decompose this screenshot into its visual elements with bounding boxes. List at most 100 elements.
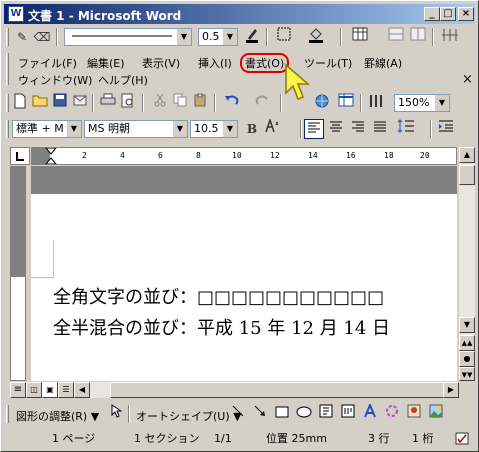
arrow-icon[interactable] <box>250 404 270 424</box>
document-line[interactable]: 全半混合の並び：平成 15 年 12 月 14 日 <box>53 314 390 340</box>
pencil-icon[interactable]: ✎ <box>12 27 32 47</box>
menu-format[interactable]: 書式(O) <box>240 53 290 73</box>
horizontal-scrollbar[interactable]: ≡ ◫ ▣ ☰ ◀ ▶ <box>10 382 459 398</box>
center-icon[interactable] <box>326 119 346 139</box>
scroll-thumb[interactable] <box>459 165 475 185</box>
justify-icon[interactable] <box>370 119 390 139</box>
menu-table[interactable]: 罫線(A) <box>360 53 406 73</box>
close-button[interactable]: × <box>458 7 474 21</box>
toolbar-grip[interactable] <box>6 94 9 112</box>
wordart-icon[interactable] <box>360 402 380 424</box>
rectangle-icon[interactable] <box>272 404 292 424</box>
next-page-button[interactable]: ▼▼ <box>459 367 475 381</box>
chevron-down-icon[interactable]: ▼ <box>435 95 449 111</box>
toolbar-grip[interactable] <box>6 405 9 423</box>
table-icon[interactable] <box>336 93 356 113</box>
line-style-select[interactable]: ▼ <box>64 28 192 46</box>
title-bar[interactable]: W 文書 1 - Microsoft Word _ □ × <box>4 4 475 24</box>
document-line[interactable]: 全角文字の並び：□□□□□□□□□□□ <box>53 283 384 309</box>
print-layout-icon[interactable]: ▣ <box>42 382 58 398</box>
line-spacing-icon[interactable] <box>396 119 416 139</box>
status-position: 位置 25mm <box>266 432 327 445</box>
menu-window[interactable]: ウィンドウ(W) <box>14 70 96 90</box>
document-area[interactable]: 全角文字の並び：□□□□□□□□□□□ 全半混合の並び：平成 15 年 12 月… <box>31 166 457 381</box>
align-right-icon[interactable] <box>348 119 368 139</box>
copy-icon[interactable] <box>170 93 190 113</box>
save-icon[interactable] <box>50 93 70 113</box>
zoom-select[interactable]: 150% ▼ <box>394 94 450 112</box>
merge-cells-icon[interactable] <box>386 27 406 47</box>
formatting-toolbar: 標準 + M ▼ MS 明朝 ▼ 10.5 ▼ B <box>4 117 475 141</box>
web-view-icon[interactable]: ◫ <box>26 382 42 398</box>
style-select[interactable]: 標準 + M ▼ <box>12 120 82 138</box>
split-cells-icon[interactable] <box>408 27 428 47</box>
menu-insert[interactable]: 挿入(I) <box>194 53 236 73</box>
font-select[interactable]: MS 明朝 ▼ <box>84 120 188 138</box>
columns-icon[interactable] <box>366 93 386 113</box>
undo-icon[interactable] <box>222 93 242 113</box>
outline-view-icon[interactable]: ☰ <box>58 382 74 398</box>
maximize-button[interactable]: □ <box>440 7 456 21</box>
picture-icon[interactable] <box>426 404 446 424</box>
center-glyph <box>330 121 342 132</box>
redo-icon[interactable] <box>252 93 272 113</box>
text-effects-icon[interactable] <box>262 117 282 139</box>
preview-icon[interactable] <box>118 93 138 113</box>
draw-adjust-label: 図形の調整(R) <box>16 410 88 423</box>
chevron-down-icon[interactable]: ▼ <box>177 29 191 45</box>
distribute-rows-icon[interactable] <box>440 27 460 47</box>
menubar-grip[interactable] <box>6 53 9 85</box>
eraser-icon[interactable]: ⌫ <box>32 27 52 47</box>
hyperlink-icon[interactable] <box>312 93 332 113</box>
textbox-icon[interactable] <box>316 404 336 424</box>
browse-object-button[interactable]: ● <box>459 351 475 367</box>
align-left-icon[interactable] <box>304 119 324 139</box>
draw-adjust-menu[interactable]: 図形の調整(R) ▼ <box>12 406 103 426</box>
new-doc-icon[interactable] <box>10 93 30 113</box>
border-color-icon[interactable] <box>242 27 262 47</box>
close-document-button[interactable]: × <box>458 70 477 89</box>
spellcheck-icon[interactable] <box>454 431 470 447</box>
toolbar-grip[interactable] <box>6 28 9 46</box>
scroll-left-button[interactable]: ◀ <box>74 382 90 398</box>
chevron-down-icon[interactable]: ▼ <box>223 121 237 137</box>
chevron-down-icon[interactable]: ▼ <box>223 29 237 45</box>
clipart-icon[interactable] <box>404 404 424 424</box>
indent-icon[interactable] <box>436 119 456 139</box>
horizontal-ruler[interactable]: 2 4 6 8 10 12 14 16 18 20 <box>31 147 457 165</box>
diagram-icon[interactable] <box>382 404 402 424</box>
vertical-scrollbar[interactable]: ▲ ▼ ▲▲ ● ▼▼ <box>459 147 475 381</box>
vertical-textbox-icon[interactable] <box>338 404 358 424</box>
app-word-icon[interactable]: W <box>8 6 24 22</box>
font-value: MS 明朝 <box>88 122 130 135</box>
menu-help[interactable]: ヘルプ(H) <box>94 70 152 90</box>
arrow-cursor-icon[interactable] <box>106 404 126 424</box>
shading-color-icon[interactable] <box>306 27 326 47</box>
minimize-button[interactable]: _ <box>424 7 440 21</box>
cut-icon[interactable] <box>150 93 170 113</box>
chevron-down-icon[interactable]: ▼ <box>67 121 81 137</box>
paste-icon[interactable] <box>190 93 210 113</box>
indent-marker-icon[interactable] <box>44 148 58 164</box>
line-icon[interactable] <box>228 404 248 424</box>
tab-selector[interactable] <box>10 147 30 165</box>
chevron-down-icon[interactable]: ▼ <box>173 121 187 137</box>
ruler-mark: 4 <box>120 151 125 160</box>
previous-page-button[interactable]: ▲▲ <box>459 335 475 351</box>
normal-view-icon[interactable]: ≡ <box>10 382 26 398</box>
font-size-select[interactable]: 10.5 ▼ <box>190 120 238 138</box>
print-icon[interactable] <box>98 93 118 113</box>
toolbar-grip[interactable] <box>6 120 9 138</box>
scroll-up-button[interactable]: ▲ <box>459 147 475 163</box>
line-width-select[interactable]: 0.5 ▼ <box>198 28 238 46</box>
oval-icon[interactable] <box>294 404 314 424</box>
permission-icon[interactable] <box>70 93 90 113</box>
horizontal-scroll-thumb[interactable] <box>110 382 450 398</box>
insert-table-icon[interactable] <box>350 27 370 47</box>
bold-icon[interactable]: B <box>242 119 262 139</box>
scroll-right-button[interactable]: ▶ <box>443 382 459 398</box>
scroll-down-button[interactable]: ▼ <box>459 317 475 333</box>
outside-border-icon[interactable] <box>274 27 294 47</box>
open-icon[interactable] <box>30 93 50 113</box>
vertical-ruler[interactable] <box>10 166 26 381</box>
